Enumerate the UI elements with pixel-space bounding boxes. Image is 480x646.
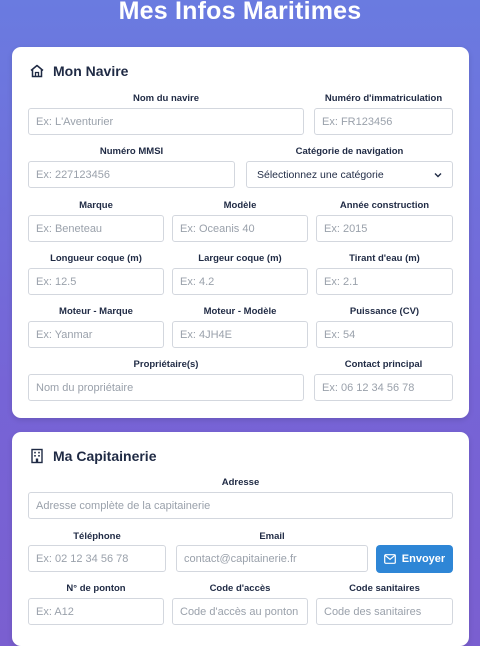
immatriculation-label: Numéro d'immatriculation (324, 93, 443, 104)
categorie-select[interactable]: Sélectionnez une catégorie (246, 161, 453, 188)
contact-input[interactable]: Ex: 06 12 34 56 78 (314, 374, 453, 401)
nom-navire-label: Nom du navire (133, 93, 199, 104)
telephone-label: Téléphone (73, 531, 121, 542)
send-button[interactable]: Envoyer (376, 545, 453, 573)
tirant-input[interactable]: Ex: 2.1 (316, 268, 453, 295)
code-acces-label: Code d'accès (209, 583, 271, 594)
categorie-label: Catégorie de navigation (295, 146, 404, 157)
proprietaire-input[interactable]: Nom du propriétaire (28, 374, 304, 401)
telephone-input[interactable]: Ex: 02 12 34 56 78 (28, 545, 166, 572)
modele-label: Modèle (223, 200, 257, 211)
puissance-label: Puissance (CV) (349, 306, 420, 317)
moteur-modele-input[interactable]: Ex: 4JH4E (172, 321, 308, 348)
moteur-modele-label: Moteur - Modèle (203, 306, 277, 317)
capitainerie-card: Ma Capitainerie Adresse Adresse complète… (12, 432, 469, 646)
mmsi-label: Numéro MMSI (99, 146, 164, 157)
nom-navire-input[interactable]: Ex: L'Aventurier (28, 108, 304, 135)
code-sanitaires-input[interactable]: Code des sanitaires (316, 598, 453, 625)
moteur-marque-input[interactable]: Ex: Yanmar (28, 321, 164, 348)
navire-title: Mon Navire (53, 63, 129, 79)
navire-header: Mon Navire (29, 63, 128, 79)
annee-label: Année construction (339, 200, 430, 211)
capitainerie-header: Ma Capitainerie (29, 448, 156, 464)
adresse-input[interactable]: Adresse complète de la capitainerie (28, 492, 453, 519)
ponton-input[interactable]: Ex: A12 (28, 598, 164, 625)
email-label: Email (259, 531, 285, 542)
annee-input[interactable]: Ex: 2015 (316, 215, 453, 242)
longueur-input[interactable]: Ex: 12.5 (28, 268, 164, 295)
home-icon (29, 63, 45, 79)
moteur-marque-label: Moteur - Marque (59, 306, 133, 317)
navire-card: Mon Navire Nom du navire Ex: L'Aventurie… (12, 47, 469, 418)
page-title: Mes Infos Maritimes (118, 0, 362, 25)
send-label: Envoyer (401, 553, 446, 565)
chevron-down-icon (434, 170, 442, 180)
marque-label: Marque (79, 200, 113, 211)
capitainerie-title: Ma Capitainerie (53, 448, 157, 464)
ponton-label: N° de ponton (66, 583, 126, 594)
largeur-input[interactable]: Ex: 4.2 (172, 268, 308, 295)
largeur-label: Largeur coque (m) (198, 253, 282, 264)
contact-label: Contact principal (344, 359, 423, 370)
longueur-label: Longueur coque (m) (50, 253, 142, 264)
modele-input[interactable]: Ex: Oceanis 40 (172, 215, 308, 242)
puissance-input[interactable]: Ex: 54 (316, 321, 453, 348)
proprietaire-label: Propriétaire(s) (133, 359, 199, 370)
immatriculation-input[interactable]: Ex: FR123456 (314, 108, 453, 135)
code-sanitaires-label: Code sanitaires (349, 583, 420, 594)
building-icon (29, 448, 45, 464)
categorie-value: Sélectionnez une catégorie (257, 168, 384, 181)
envelope-icon (383, 554, 396, 564)
tirant-label: Tirant d'eau (m) (349, 253, 420, 264)
mmsi-input[interactable]: Ex: 227123456 (28, 161, 235, 188)
adresse-label: Adresse (221, 477, 260, 488)
code-acces-input[interactable]: Code d'accès au ponton (172, 598, 308, 625)
marque-input[interactable]: Ex: Beneteau (28, 215, 164, 242)
email-input[interactable]: contact@capitainerie.fr (176, 545, 368, 572)
